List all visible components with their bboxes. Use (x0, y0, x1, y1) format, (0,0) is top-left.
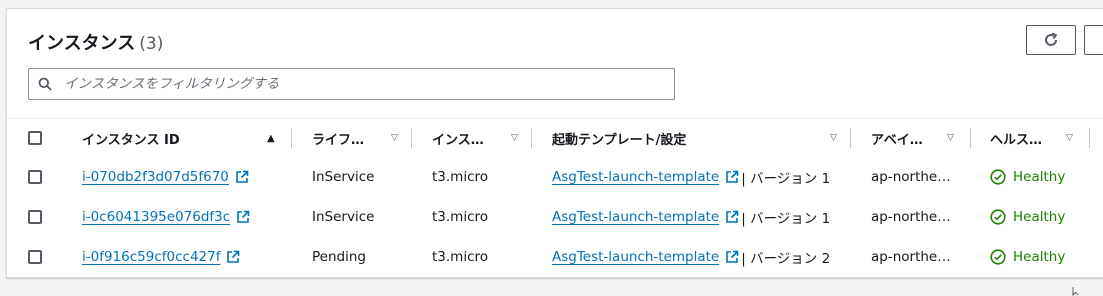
availability-zone-cell: ap-northe… (871, 209, 951, 225)
template-version: | バージョン 1 (741, 171, 831, 187)
table-header: インスタンス ID ▲ ライフ… ▽ インス… ▽ 起動テンプレート/設定 ▽ … (7, 118, 1103, 158)
health-status: Healthy (1013, 169, 1066, 185)
check-circle-icon (990, 209, 1006, 225)
column-header-template-label: 起動テンプレート/設定 (552, 132, 687, 148)
template-link[interactable]: AsgTest-launch-template (552, 209, 719, 225)
instance-id-cell: i-0c6041395e076df3c (82, 197, 250, 237)
sort-icon: ▽ (391, 133, 398, 143)
row-select-cell (28, 197, 42, 237)
instance-count: (3) (139, 34, 164, 54)
actions-button[interactable] (1084, 25, 1103, 55)
instance-type-cell: t3.micro (432, 169, 489, 185)
check-circle-icon (990, 249, 1006, 265)
panel-title: インスタンス (3) (28, 29, 163, 55)
template-version: | バージョン 1 (741, 211, 831, 227)
instance-type-cell: t3.micro (432, 209, 489, 225)
instance-id-link[interactable]: i-0f916c59cf0cc427f (82, 249, 220, 265)
instances-panel: インスタンス(3) インスタンス ID ▲ ライフ… ▽ (6, 8, 1103, 278)
search-icon (38, 77, 52, 91)
health-status: Healthy (1013, 209, 1066, 225)
sort-icon: ▽ (1066, 133, 1073, 143)
external-link-icon[interactable] (226, 250, 240, 264)
column-header-health[interactable]: ヘルス… ▽ (990, 119, 1085, 157)
column-header-az[interactable]: アベイ… ▽ (871, 119, 961, 157)
availability-zone-cell: ap-northe… (871, 249, 951, 265)
template-link[interactable]: AsgTest-launch-template (552, 249, 719, 265)
panel-title-text: インスタンス (28, 33, 136, 54)
sort-icon: ▽ (830, 133, 837, 143)
column-divider[interactable] (970, 128, 971, 148)
column-header-health-label: ヘルス… (990, 132, 1043, 148)
external-link-icon[interactable] (725, 210, 739, 224)
availability-zone-cell: ap-northe… (871, 169, 951, 185)
row-select-cell (28, 157, 42, 197)
instance-type-cell: t3.micro (432, 249, 489, 265)
external-link-icon[interactable] (725, 250, 739, 264)
select-all-cell (28, 119, 42, 157)
select-all-checkbox[interactable] (28, 131, 42, 145)
template-cell: AsgTest-launch-template | バージョン 2 (552, 237, 830, 277)
column-divider[interactable] (850, 128, 851, 148)
column-header-id-label: インスタンス ID (82, 132, 180, 148)
instance-id-link[interactable]: i-0c6041395e076df3c (82, 209, 230, 225)
external-link-icon[interactable] (236, 210, 250, 224)
instance-id-cell: i-070db2f3d07d5f670 (82, 157, 249, 197)
column-header-az-label: アベイ… (871, 132, 923, 148)
lifecycle-cell: InService (312, 169, 375, 185)
column-header-type[interactable]: インス… ▽ (432, 119, 522, 157)
lifecycle-cell: Pending (312, 249, 366, 265)
column-header-template[interactable]: 起動テンプレート/設定 ▽ (552, 119, 842, 157)
template-cell: AsgTest-launch-template | バージョン 1 (552, 197, 830, 237)
refresh-button[interactable] (1026, 25, 1076, 55)
column-divider[interactable] (411, 128, 412, 148)
column-header-lifecycle-label: ライフ… (312, 132, 365, 148)
search-input[interactable] (62, 75, 674, 93)
template-cell: AsgTest-launch-template | バージョン 1 (552, 157, 830, 197)
row-checkbox[interactable] (28, 210, 42, 224)
row-checkbox[interactable] (28, 170, 42, 184)
external-link-icon[interactable] (235, 170, 249, 184)
external-link-icon[interactable] (725, 170, 739, 184)
sort-icon: ▽ (511, 133, 518, 143)
row-select-cell (28, 237, 42, 277)
column-header-type-label: インス… (432, 132, 484, 148)
lifecycle-cell: InService (312, 209, 375, 225)
table-row: i-070db2f3d07d5f670 InService t3.micro A… (7, 157, 1103, 198)
column-divider[interactable] (531, 128, 532, 148)
search-box[interactable] (28, 68, 675, 100)
instance-id-link[interactable]: i-070db2f3d07d5f670 (82, 169, 229, 185)
health-cell: Healthy (990, 237, 1065, 277)
column-divider[interactable] (291, 128, 292, 148)
refresh-icon (1045, 32, 1058, 46)
row-checkbox[interactable] (28, 250, 42, 264)
table-row: i-0c6041395e076df3c InService t3.micro A… (7, 197, 1103, 238)
check-circle-icon (990, 169, 1006, 185)
sort-ascending-icon: ▲ (267, 132, 275, 144)
table-row: i-0f916c59cf0cc427f Pending t3.micro Asg… (7, 237, 1103, 277)
template-link[interactable]: AsgTest-launch-template (552, 169, 719, 185)
column-header-lifecycle[interactable]: ライフ… ▽ (312, 119, 402, 157)
column-divider[interactable] (1089, 128, 1090, 148)
sort-icon: ▽ (947, 133, 954, 143)
health-status: Healthy (1013, 249, 1066, 265)
mouse-cursor-icon (1072, 287, 1079, 296)
instance-id-cell: i-0f916c59cf0cc427f (82, 237, 240, 277)
health-cell: Healthy (990, 157, 1065, 197)
health-cell: Healthy (990, 197, 1065, 237)
template-version: | バージョン 2 (741, 251, 831, 267)
column-header-id[interactable]: インスタンス ID ▲ (82, 119, 282, 157)
